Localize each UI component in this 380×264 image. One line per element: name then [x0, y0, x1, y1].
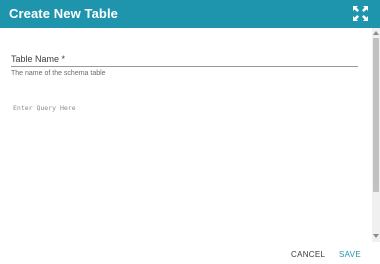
table-name-input[interactable]: [11, 52, 358, 66]
table-name-helper-text: The name of the schema table: [11, 70, 106, 77]
scrollbar-thumb[interactable]: [373, 38, 379, 192]
table-name-underline: [11, 66, 358, 67]
create-table-dialog: Create New Table Table Name * The name o…: [0, 0, 380, 264]
vertical-scrollbar[interactable]: [372, 28, 380, 242]
dialog-footer: CANCEL SAVE: [0, 242, 380, 264]
save-button[interactable]: SAVE: [339, 250, 361, 259]
dialog-body: Table Name * The name of the schema tabl…: [0, 28, 372, 242]
scroll-up-arrow-icon[interactable]: [372, 30, 380, 36]
dialog-header: Create New Table: [0, 0, 380, 28]
dialog-title: Create New Table: [9, 6, 119, 21]
scroll-down-arrow-icon[interactable]: [372, 233, 380, 239]
cancel-button[interactable]: CANCEL: [291, 250, 325, 259]
query-editor[interactable]: [11, 102, 361, 232]
expand-icon[interactable]: [353, 6, 368, 21]
